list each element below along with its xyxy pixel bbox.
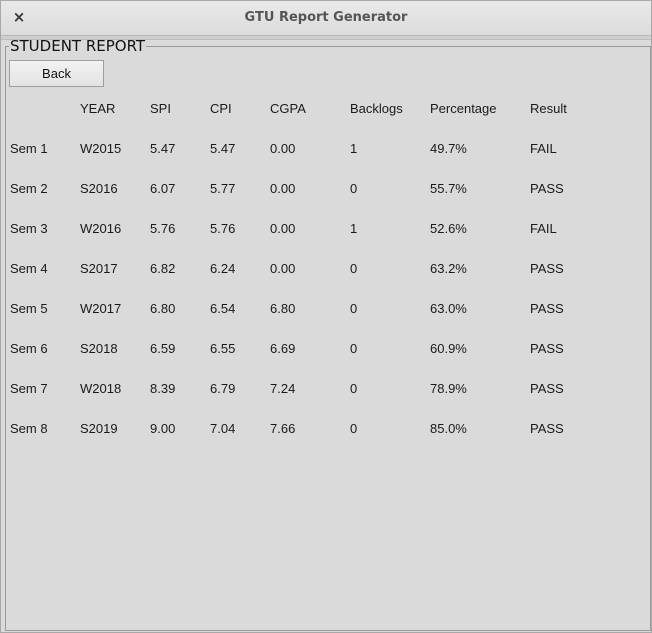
table-cell-semester: Sem 4 bbox=[10, 261, 48, 276]
table-cell-cgpa: 6.69 bbox=[270, 341, 296, 356]
table-cell-backlogs: 0 bbox=[350, 421, 358, 436]
column-header-result: Result bbox=[530, 101, 567, 116]
table-cell-cpi: 6.24 bbox=[210, 261, 236, 276]
table-cell-percentage: 55.7% bbox=[430, 181, 467, 196]
table-cell-year: S2017 bbox=[80, 261, 118, 276]
table-cell-semester: Sem 7 bbox=[10, 381, 48, 396]
table-cell-result: PASS bbox=[530, 421, 564, 436]
table-cell-spi: 8.39 bbox=[150, 381, 176, 396]
table-cell-semester: Sem 3 bbox=[10, 221, 48, 236]
table-cell-percentage: 63.0% bbox=[430, 301, 467, 316]
column-header-cpi: CPI bbox=[210, 101, 232, 116]
column-header-cgpa: CGPA bbox=[270, 101, 306, 116]
table-cell-cgpa: 7.66 bbox=[270, 421, 296, 436]
table-cell-cpi: 5.47 bbox=[210, 141, 236, 156]
table-cell-backlogs: 0 bbox=[350, 341, 358, 356]
table-cell-spi: 6.82 bbox=[150, 261, 176, 276]
table-cell-cpi: 6.79 bbox=[210, 381, 236, 396]
table-cell-semester: Sem 6 bbox=[10, 341, 48, 356]
table-cell-backlogs: 1 bbox=[350, 221, 358, 236]
table-cell-result: PASS bbox=[530, 261, 564, 276]
table-cell-year: W2015 bbox=[80, 141, 122, 156]
table-cell-percentage: 78.9% bbox=[430, 381, 467, 396]
back-button[interactable]: Back bbox=[9, 60, 104, 87]
table-cell-cgpa: 7.24 bbox=[270, 381, 296, 396]
table-cell-backlogs: 1 bbox=[350, 141, 358, 156]
table-cell-year: S2018 bbox=[80, 341, 118, 356]
table-cell-spi: 6.80 bbox=[150, 301, 176, 316]
table-cell-backlogs: 0 bbox=[350, 181, 358, 196]
table-cell-backlogs: 0 bbox=[350, 381, 358, 396]
table-cell-year: S2016 bbox=[80, 181, 118, 196]
table-cell-spi: 9.00 bbox=[150, 421, 176, 436]
table-cell-year: S2019 bbox=[80, 421, 118, 436]
group-title: STUDENT REPORT bbox=[10, 37, 146, 55]
table-cell-cpi: 6.55 bbox=[210, 341, 236, 356]
table-cell-cgpa: 0.00 bbox=[270, 221, 296, 236]
table-cell-result: FAIL bbox=[530, 221, 557, 236]
table-cell-cpi: 6.54 bbox=[210, 301, 236, 316]
table-cell-result: PASS bbox=[530, 301, 564, 316]
student-report-group: STUDENT REPORT bbox=[5, 37, 651, 631]
table-cell-backlogs: 0 bbox=[350, 261, 358, 276]
table-cell-cpi: 5.76 bbox=[210, 221, 236, 236]
table-cell-spi: 6.59 bbox=[150, 341, 176, 356]
title-bar[interactable]: × GTU Report Generator bbox=[1, 1, 651, 36]
app-window: × GTU Report Generator STUDENT REPORT Ba… bbox=[0, 0, 652, 633]
window-title: GTU Report Generator bbox=[244, 10, 408, 25]
table-cell-cgpa: 0.00 bbox=[270, 181, 296, 196]
column-header-year: YEAR bbox=[80, 101, 116, 116]
table-cell-percentage: 60.9% bbox=[430, 341, 467, 356]
table-cell-percentage: 63.2% bbox=[430, 261, 467, 276]
column-header-spi: SPI bbox=[150, 101, 171, 116]
table-cell-result: PASS bbox=[530, 341, 564, 356]
table-cell-cpi: 5.77 bbox=[210, 181, 236, 196]
table-cell-cpi: 7.04 bbox=[210, 421, 236, 436]
table-cell-semester: Sem 5 bbox=[10, 301, 48, 316]
table-cell-year: W2016 bbox=[80, 221, 122, 236]
table-cell-cgpa: 6.80 bbox=[270, 301, 296, 316]
table-cell-spi: 5.47 bbox=[150, 141, 176, 156]
table-cell-percentage: 49.7% bbox=[430, 141, 467, 156]
column-header-backlogs: Backlogs bbox=[350, 101, 403, 116]
table-cell-spi: 5.76 bbox=[150, 221, 176, 236]
table-cell-percentage: 85.0% bbox=[430, 421, 467, 436]
table-cell-semester: Sem 1 bbox=[10, 141, 48, 156]
table-cell-result: PASS bbox=[530, 381, 564, 396]
table-cell-spi: 6.07 bbox=[150, 181, 176, 196]
table-cell-year: W2018 bbox=[80, 381, 122, 396]
table-cell-result: PASS bbox=[530, 181, 564, 196]
column-header-percentage: Percentage bbox=[430, 101, 497, 116]
table-cell-cgpa: 0.00 bbox=[270, 261, 296, 276]
table-cell-year: W2017 bbox=[80, 301, 122, 316]
table-cell-backlogs: 0 bbox=[350, 301, 358, 316]
table-cell-cgpa: 0.00 bbox=[270, 141, 296, 156]
table-cell-percentage: 52.6% bbox=[430, 221, 467, 236]
table-cell-semester: Sem 8 bbox=[10, 421, 48, 436]
table-cell-result: FAIL bbox=[530, 141, 557, 156]
table-cell-semester: Sem 2 bbox=[10, 181, 48, 196]
